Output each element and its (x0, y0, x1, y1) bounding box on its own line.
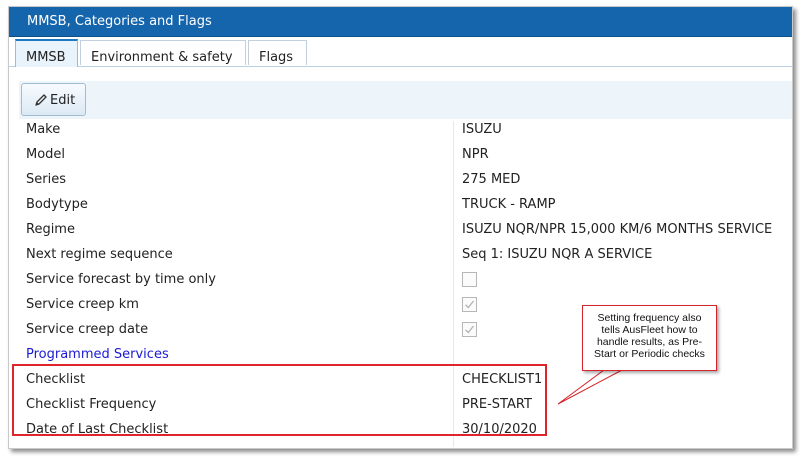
panel-titlebar: MMSB, Categories and Flags (9, 7, 792, 37)
make-label: Make (26, 122, 61, 137)
model-label: Model (26, 147, 66, 162)
bodytype-value: TRUCK - RAMP (462, 197, 556, 212)
service-creep-date-checkbox[interactable] (462, 322, 477, 337)
field-row-next-regime-sequence: Next regime sequence Seq 1: ISUZU NQR A … (19, 243, 792, 268)
tab-flags[interactable]: Flags (248, 40, 307, 65)
bodytype-label: Bodytype (26, 197, 88, 212)
regime-label: Regime (26, 222, 75, 237)
field-row-series: Series 275 MED (19, 168, 792, 193)
make-value: ISUZU (462, 122, 502, 137)
edit-button-label: Edit (50, 93, 76, 108)
service-forecast-checkbox[interactable] (462, 272, 477, 287)
field-row-bodytype: Bodytype TRUCK - RAMP (19, 193, 792, 218)
next-regime-sequence-label: Next regime sequence (26, 247, 173, 262)
field-row-service-forecast: Service forecast by time only (19, 268, 792, 293)
field-row-make: Make ISUZU (19, 118, 792, 143)
toolbar: Edit (19, 81, 792, 119)
tab-environment-safety[interactable]: Environment & safety (80, 40, 246, 65)
model-value: NPR (462, 147, 489, 162)
service-creep-km-label: Service creep km (26, 297, 139, 312)
tab-mmsb[interactable]: MMSB (15, 39, 78, 67)
checkmark-icon (465, 325, 475, 334)
tab-strip: MMSB Environment & safety Flags (9, 37, 792, 67)
checkmark-icon (465, 300, 475, 309)
field-row-regime: Regime ISUZU NQR/NPR 15,000 KM/6 MONTHS … (19, 218, 792, 243)
field-row-model: Model NPR (19, 143, 792, 168)
programmed-services-link[interactable]: Programmed Services (26, 347, 169, 362)
panel-title: MMSB, Categories and Flags (27, 14, 212, 29)
service-creep-km-checkbox[interactable] (462, 297, 477, 312)
edit-button[interactable]: Edit (21, 83, 86, 116)
annotation-callout: Setting frequency also tells AusFleet ho… (582, 305, 717, 371)
series-value: 275 MED (462, 172, 521, 187)
service-forecast-label: Service forecast by time only (26, 272, 216, 287)
regime-value: ISUZU NQR/NPR 15,000 KM/6 MONTHS SERVICE (462, 222, 773, 237)
series-label: Series (26, 172, 66, 187)
checklist-highlight-box (12, 364, 547, 436)
pencil-icon (35, 94, 47, 106)
next-regime-sequence-value: Seq 1: ISUZU NQR A SERVICE (462, 247, 653, 262)
service-creep-date-label: Service creep date (26, 322, 149, 337)
